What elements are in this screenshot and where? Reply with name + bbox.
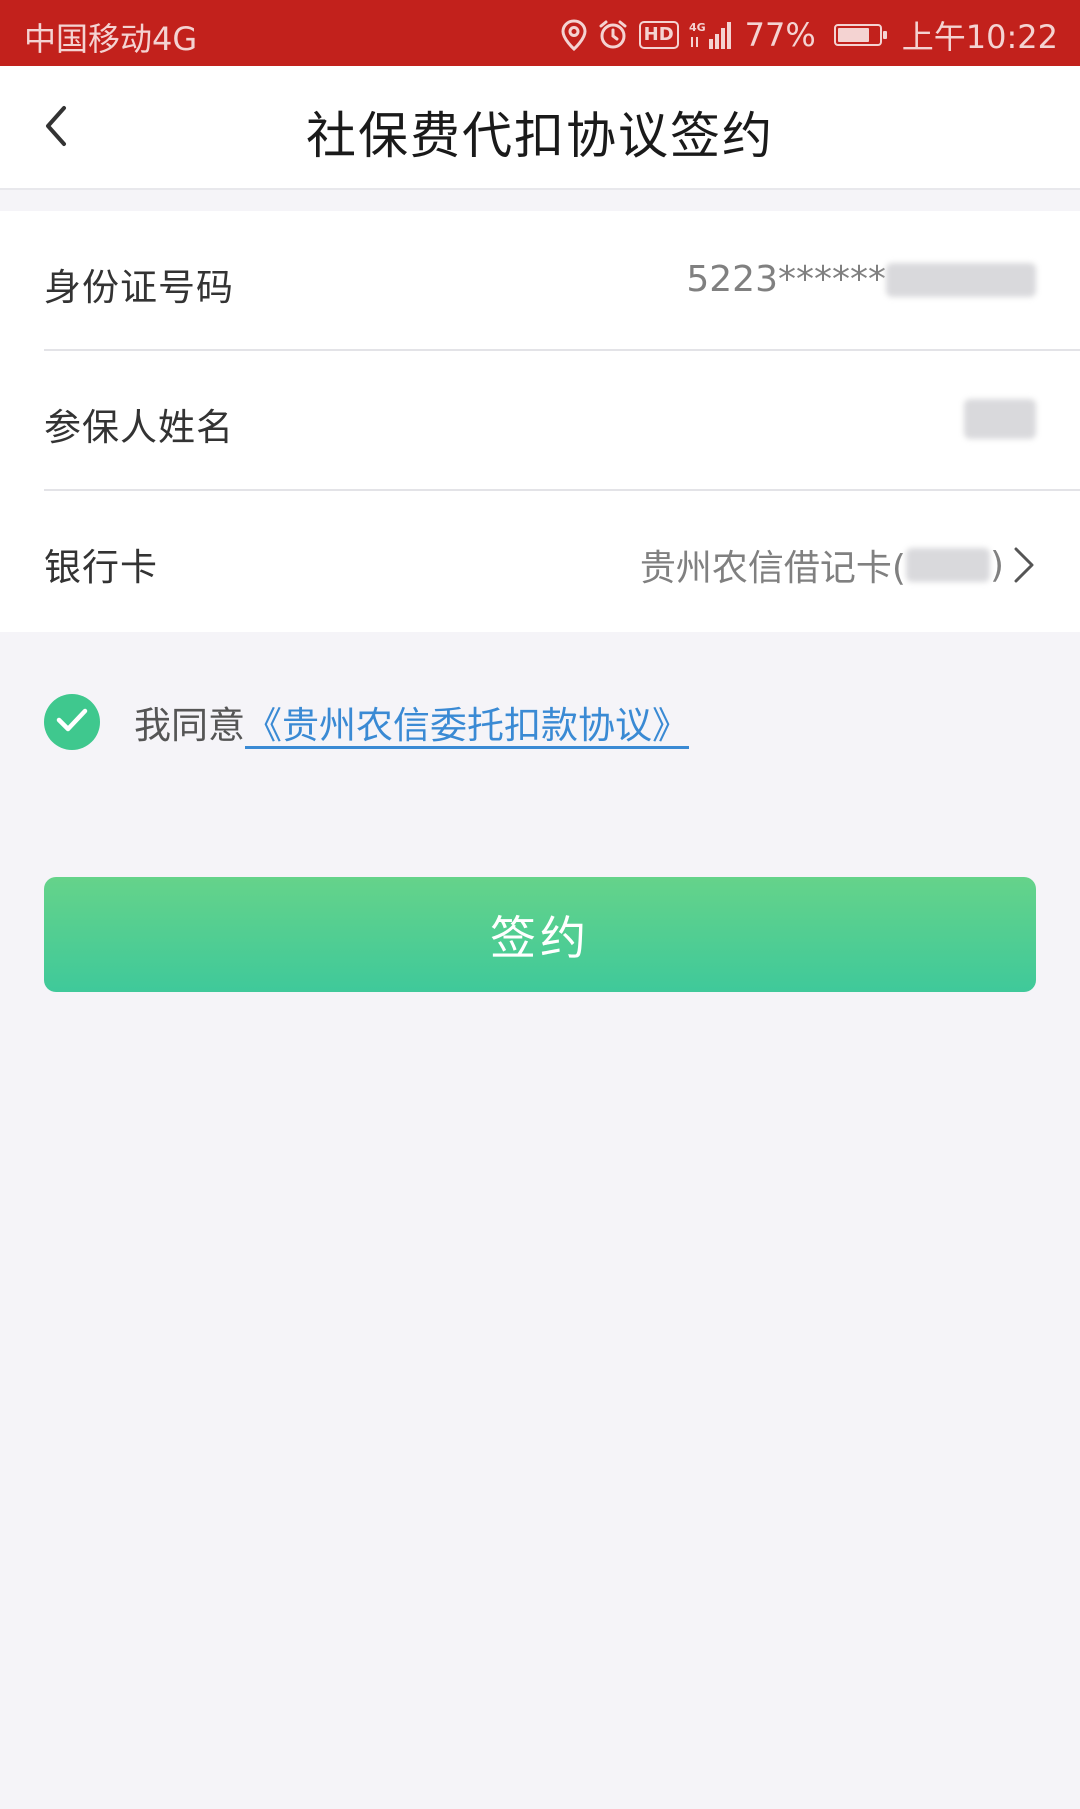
battery-percent: 77% bbox=[744, 16, 816, 54]
insured-name-value bbox=[964, 399, 1036, 439]
battery-icon bbox=[833, 24, 887, 46]
form-card: 身份证号码 5223****** 参保人姓名 银行卡 贵州农信借记卡( ) bbox=[0, 211, 1080, 632]
alarm-icon bbox=[597, 19, 629, 51]
chevron-right-icon bbox=[1012, 546, 1036, 584]
carrier-label: 中国移动4G bbox=[24, 20, 198, 58]
battery-fill bbox=[837, 28, 869, 42]
bank-card-row[interactable]: 银行卡 贵州农信借记卡( ) bbox=[44, 491, 1080, 631]
agree-prefix: 我同意 bbox=[134, 704, 245, 747]
page-title: 社保费代扣协议签约 bbox=[306, 107, 774, 165]
id-number-value: 5223****** bbox=[686, 259, 1036, 300]
location-icon bbox=[561, 19, 587, 51]
insured-name-row: 参保人姓名 bbox=[44, 351, 1080, 491]
checkmark-icon bbox=[55, 707, 89, 737]
id-number-masked bbox=[886, 262, 1036, 297]
status-bar: 中国移动4G HD 4G 77% 上午10:22 bbox=[0, 0, 1080, 66]
bank-card-value[interactable]: 贵州农信借记卡( ) bbox=[640, 539, 1036, 591]
bank-card-label: 银行卡 bbox=[44, 546, 158, 589]
status-icons: HD 4G 77% 上午10:22 bbox=[561, 12, 1058, 58]
agreement-row: 我同意 《贵州农信委托扣款协议》 bbox=[44, 694, 689, 750]
id-number-label: 身份证号码 bbox=[44, 266, 234, 309]
id-number-row: 身份证号码 5223****** bbox=[44, 211, 1080, 351]
clock: 上午10:22 bbox=[901, 18, 1058, 56]
bank-card-suffix: ) bbox=[989, 544, 1004, 586]
insured-name-label: 参保人姓名 bbox=[44, 406, 234, 449]
insured-name-masked bbox=[964, 399, 1036, 439]
sign-button[interactable]: 签约 bbox=[44, 877, 1036, 992]
id-number-visible: 5223****** bbox=[686, 259, 886, 300]
header: 社保费代扣协议签约 bbox=[0, 66, 1080, 190]
hd-icon: HD bbox=[638, 21, 679, 49]
signal-icon: 4G bbox=[689, 19, 735, 51]
agreement-link[interactable]: 《贵州农信委托扣款协议》 bbox=[245, 695, 689, 749]
svg-text:4G: 4G bbox=[689, 21, 706, 34]
bank-card-number-masked bbox=[905, 548, 990, 582]
agree-checkbox[interactable] bbox=[44, 694, 100, 750]
bank-card-name: 贵州农信借记卡( bbox=[639, 548, 906, 589]
